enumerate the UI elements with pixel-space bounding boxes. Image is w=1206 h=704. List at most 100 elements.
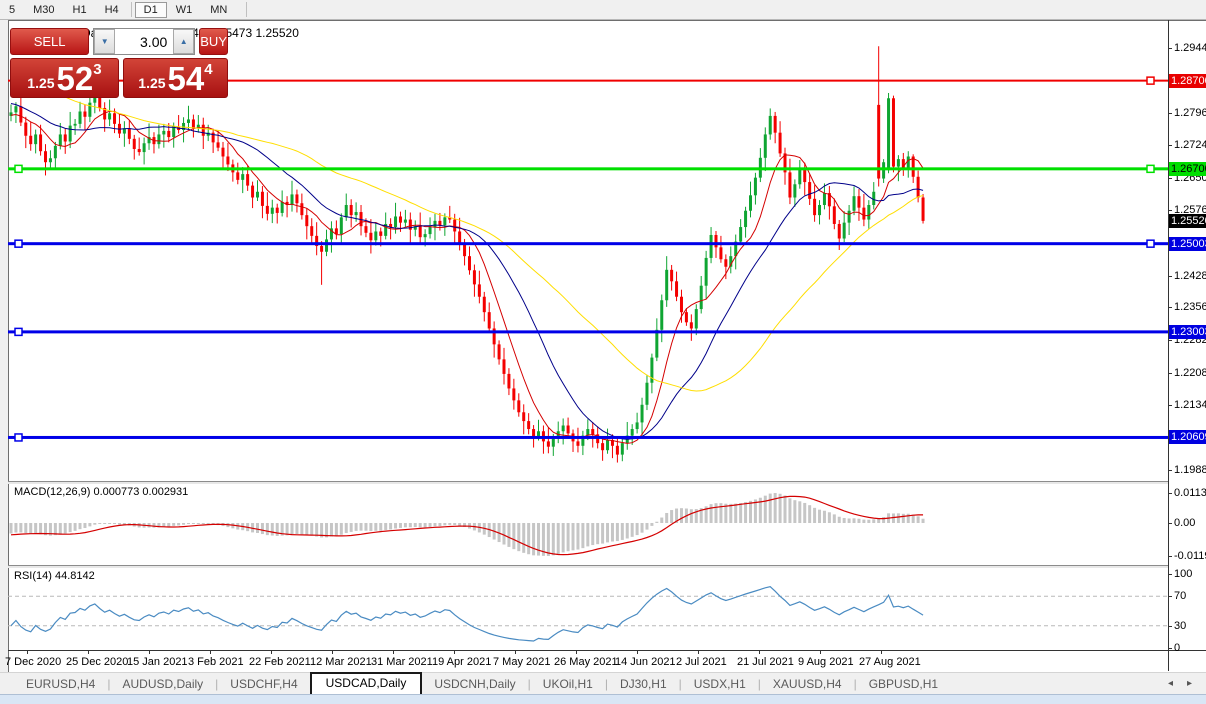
rsi-axis-label: 70: [1174, 590, 1187, 603]
chart-tab-usdcnh[interactable]: USDCNH,Daily: [422, 674, 527, 695]
price-badge-1.28700: 1.28700: [1169, 73, 1206, 88]
rsi-axis-label: 30: [1174, 619, 1187, 632]
macd-label: MACD(12,26,9) 0.000773 0.002931: [14, 486, 189, 498]
macd-axis-tick: [1168, 493, 1172, 494]
pane-separator-rsi[interactable]: [8, 565, 1168, 568]
rsi-line: [10, 586, 924, 642]
price-axis-tick: [1168, 275, 1172, 277]
sell-button[interactable]: SELL: [10, 28, 90, 55]
chart-tab-usdchf[interactable]: USDCHF,H4: [218, 674, 309, 695]
timeframe-button-mn[interactable]: MN: [201, 2, 236, 18]
sell-price-big: 52: [56, 60, 94, 97]
price-axis-tick: [1168, 210, 1172, 212]
price-axis-label: 1.21340: [1174, 399, 1206, 412]
date-axis-tick: [759, 650, 760, 654]
date-axis-tick: [454, 650, 455, 654]
macd-histogram: [9, 493, 925, 556]
date-axis-label: 7 Dec 2020: [5, 656, 62, 668]
date-axis-label: 7 May 2021: [493, 656, 551, 668]
rsi-axis-tick: [1168, 625, 1172, 627]
date-axis-label: 3 Feb 2021: [188, 656, 244, 668]
line-handle[interactable]: [14, 164, 23, 174]
tab-scroll-left-icon[interactable]: ◂: [1168, 678, 1173, 689]
volume-value[interactable]: 3.00: [115, 29, 173, 54]
rsi-axis-tick: [1168, 574, 1172, 575]
tab-scroll-right-icon[interactable]: ▸: [1187, 678, 1192, 689]
line-handle[interactable]: [1146, 239, 1155, 248]
macd-axis-tick: [1168, 556, 1172, 557]
timeframe-button-h1[interactable]: H1: [64, 2, 96, 18]
price-axis-label: 1.29440: [1174, 42, 1206, 54]
line-handle[interactable]: [1146, 76, 1155, 85]
timeframe-button-h4[interactable]: H4: [96, 2, 128, 18]
buy-quote-button[interactable]: 1.25 54 4: [122, 58, 228, 98]
line-handle[interactable]: [14, 327, 23, 337]
date-axis-tick: [698, 650, 699, 654]
price-axis-tick: [1168, 372, 1172, 374]
date-axis-tick: [393, 650, 394, 654]
timeframe-button-w1[interactable]: W1: [167, 2, 202, 18]
volume-decrease-button[interactable]: ▼: [94, 29, 116, 54]
rsi-label: RSI(14) 44.8142: [14, 570, 95, 582]
chart-tab-audusd[interactable]: AUDUSD,Daily: [110, 674, 215, 695]
chart-tab-ukoil[interactable]: UKOil,H1: [531, 674, 605, 695]
horizontal-line-1.23003[interactable]: [8, 330, 1168, 334]
rsi-axis-label: 100: [1174, 568, 1193, 580]
rsi-axis-tick: [1168, 596, 1172, 598]
line-handle[interactable]: [14, 239, 23, 248]
timeframe-toolbar: 5 M30 H1 H4 D1 W1 MN: [0, 0, 1206, 20]
date-axis-tick: [881, 650, 882, 654]
date-axis-tick: [576, 650, 577, 654]
horizontal-line-1.20609[interactable]: [8, 435, 1168, 439]
timeframe-button-5[interactable]: 5: [0, 2, 24, 18]
chart-tab-xauusd[interactable]: XAUUSD,H4: [761, 674, 854, 695]
price-axis-tick: [1168, 469, 1172, 471]
date-axis-label: 19 Apr 2021: [432, 656, 492, 668]
toolbar-separator: [130, 2, 132, 17]
pane-separator-macd[interactable]: [8, 481, 1168, 484]
horizontal-line-1.267[interactable]: [8, 167, 1168, 171]
chart-tab-dj30[interactable]: DJ30,H1: [608, 674, 679, 695]
date-axis-label: 25 Dec 2020: [66, 656, 129, 668]
chart-tab-usdcad[interactable]: USDCAD,Daily: [309, 672, 423, 695]
price-axis-tick: [1168, 405, 1172, 407]
sell-quote-button[interactable]: 1.25 52 3: [10, 58, 119, 98]
date-axis-tick: [515, 650, 516, 654]
price-axis-label: 1.23560: [1174, 301, 1206, 314]
date-axis-tick: [149, 650, 150, 654]
timeframe-button-m30[interactable]: M30: [24, 2, 63, 18]
buy-price-big: 54: [167, 60, 205, 97]
ma-line-45: [10, 63, 924, 392]
sell-price-small: 1.25: [27, 75, 55, 91]
price-axis-tick: [1168, 48, 1172, 49]
date-axis-tick: [210, 650, 211, 654]
chart-tab-eurusd[interactable]: EURUSD,H4: [14, 674, 107, 695]
price-badge-1.26700: 1.26700: [1169, 161, 1206, 176]
sell-price-sup: 3: [93, 61, 102, 78]
macd-axis-label: 0.01135: [1174, 487, 1206, 499]
line-handle[interactable]: [1146, 164, 1155, 174]
date-axis-border: [8, 650, 1206, 651]
price-axis-label: 1.22080: [1174, 366, 1206, 379]
chart-canvas[interactable]: [8, 20, 1168, 650]
macd-axis-tick: [1168, 523, 1172, 524]
date-axis-tick: [27, 650, 28, 654]
date-axis-label: 31 Mar 2021: [371, 656, 433, 668]
date-axis-label: 15 Jan 2021: [127, 656, 188, 668]
chart-tab-gbpusd[interactable]: GBPUSD,H1: [857, 674, 950, 695]
date-axis-label: 14 Jun 2021: [615, 656, 676, 668]
date-axis-tick: [271, 650, 272, 654]
chart-tab-usdx[interactable]: USDX,H1: [682, 674, 758, 695]
date-axis-label: 26 May 2021: [554, 656, 618, 668]
timeframe-button-d1[interactable]: D1: [134, 1, 167, 18]
buy-price-sup: 4: [204, 61, 213, 78]
volume-increase-button[interactable]: ▲: [173, 29, 195, 54]
price-badge-1.23003: 1.23003: [1169, 324, 1206, 339]
macd-axis-label: -0.01190: [1174, 550, 1206, 562]
price-axis-label: 1.27240: [1174, 139, 1206, 152]
horizontal-line-1.25003[interactable]: [8, 242, 1168, 246]
line-handle[interactable]: [14, 433, 23, 442]
price-axis-tick: [1168, 145, 1172, 147]
one-click-trading-panel: SELL ▼ 3.00 ▲ BUY 1.25 52 3 1.25 54 4: [10, 28, 228, 98]
buy-button[interactable]: BUY: [199, 28, 228, 55]
